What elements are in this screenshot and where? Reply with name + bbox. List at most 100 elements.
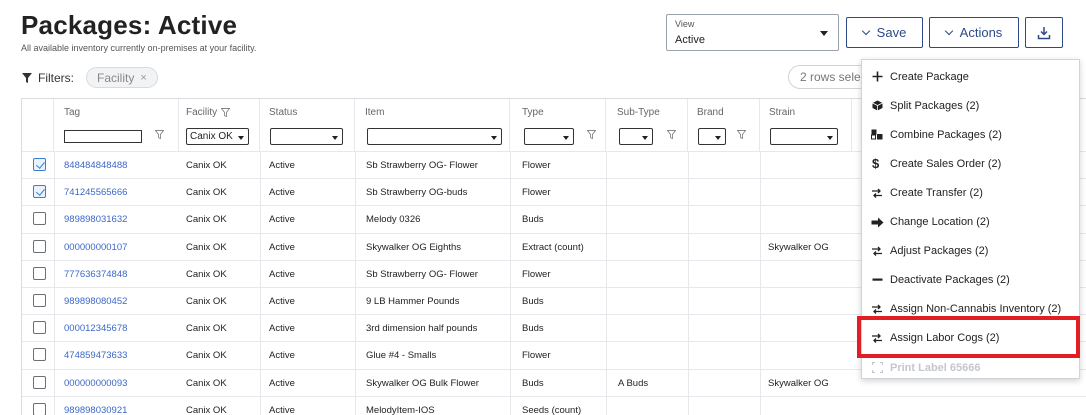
cell-item: Glue #4 - Smalls [366, 350, 437, 362]
filter-icon[interactable] [667, 130, 676, 139]
row-checkbox[interactable] [33, 321, 46, 335]
column-title-subtype: Sub-Type [617, 107, 660, 118]
select-column-header [22, 99, 54, 151]
row-checkbox[interactable] [33, 158, 46, 171]
menu-item-create-package[interactable]: Create Package [862, 62, 1081, 91]
cell-item: Melody 0326 [366, 214, 421, 226]
menu-item-split-packages-2[interactable]: Split Packages (2) [862, 91, 1081, 120]
menu-item-label: Create Package [890, 70, 969, 83]
actions-button-label: Actions [959, 25, 1003, 40]
row-checkbox[interactable] [33, 185, 46, 199]
cell-facility: Canix OK [186, 296, 227, 307]
cell-type: Buds [522, 323, 544, 335]
cell-type: Buds [522, 296, 544, 307]
column-header-strain[interactable]: Strain [760, 99, 852, 151]
filter-icon[interactable] [587, 130, 596, 139]
cell-tag[interactable]: 848484848488 [64, 152, 127, 179]
column-header-item[interactable]: Item [355, 99, 510, 151]
cell-type: Flower [522, 268, 551, 280]
cell-facility: Canix OK [186, 350, 227, 362]
column-title-facility: Facility [186, 107, 231, 118]
column-header-facility[interactable]: Facility Canix OK [179, 99, 260, 151]
cell-tag[interactable]: 000012345678 [64, 315, 127, 342]
caret-down-icon [642, 136, 648, 140]
cell-tag[interactable]: 777636374848 [64, 261, 127, 288]
column-header-subtype[interactable]: Sub-Type [606, 99, 688, 151]
filter-icon[interactable] [221, 108, 231, 117]
row-checkbox[interactable] [33, 402, 46, 415]
highlight-box [857, 316, 1080, 358]
filter-icon[interactable] [155, 130, 164, 139]
column-title-brand: Brand [697, 107, 724, 118]
facility-filter-select[interactable]: Canix OK [186, 128, 249, 145]
cell-tag[interactable]: 989898031632 [64, 206, 127, 233]
cell-tag[interactable]: 000000000107 [64, 234, 127, 261]
item-filter-select[interactable] [367, 128, 502, 145]
filter-icon[interactable] [737, 130, 746, 139]
column-title-status: Status [269, 107, 298, 118]
column-header-brand[interactable]: Brand [688, 99, 760, 151]
chevron-down-icon [861, 26, 870, 36]
row-checkbox[interactable] [33, 375, 46, 389]
menu-item-combine-packages-2[interactable]: Combine Packages (2) [862, 120, 1081, 149]
row-checkbox[interactable] [33, 348, 46, 362]
caret-down-icon [715, 136, 721, 140]
cell-status: Active [269, 404, 295, 415]
cell-type: Buds [522, 377, 544, 389]
chevron-down-icon [944, 26, 953, 36]
caret-down-icon [820, 31, 828, 36]
page-title: Packages: Active [21, 10, 238, 40]
cell-tag[interactable]: 474859473633 [64, 342, 127, 369]
view-select[interactable]: View Active [666, 14, 839, 51]
menu-item-create-transfer-2[interactable]: Create Transfer (2) [862, 178, 1081, 207]
save-button-label: Save [876, 25, 907, 40]
cubes-icon [870, 128, 884, 142]
column-header-type[interactable]: Type [510, 99, 606, 151]
subtype-filter-select[interactable] [619, 128, 653, 145]
row-checkbox[interactable] [33, 212, 46, 226]
table-row[interactable]: 989898030921 Canix OK Active MelodyItem-IOS… [22, 395, 1086, 415]
type-filter-select[interactable] [524, 128, 574, 145]
cell-type: Extract (count) [522, 241, 584, 253]
row-checkbox[interactable] [33, 239, 46, 253]
strain-filter-select[interactable] [770, 128, 838, 145]
column-header-status[interactable]: Status [260, 99, 355, 151]
menu-item-adjust-packages-2[interactable]: Adjust Packages (2) [862, 237, 1081, 266]
cell-item: Sb Strawberry OG- Flower [366, 268, 478, 280]
cell-tag[interactable]: 000000000093 [64, 370, 127, 397]
status-filter-select[interactable] [270, 128, 343, 145]
svg-text:$: $ [872, 157, 880, 170]
row-checkbox[interactable] [33, 294, 46, 307]
exchange-icon [870, 302, 884, 316]
page-subtitle: All available inventory currently on-pre… [21, 43, 257, 53]
menu-item-change-location-2[interactable]: Change Location (2) [862, 208, 1081, 237]
menu-item-label: Combine Packages (2) [890, 128, 1002, 141]
caret-down-icon [238, 136, 244, 140]
cell-item: MelodyItem-IOS [366, 404, 435, 415]
tag-filter-input[interactable] [64, 130, 142, 143]
row-checkbox[interactable] [33, 266, 46, 280]
brand-filter-select[interactable] [698, 128, 726, 145]
cell-facility: Canix OK [186, 404, 227, 415]
download-button[interactable] [1025, 17, 1063, 48]
menu-item-create-sales-order-2[interactable]: $ Create Sales Order (2) [862, 149, 1081, 178]
menu-item-label: Create Transfer (2) [890, 186, 983, 199]
plus-icon [870, 70, 884, 84]
dollar-icon: $ [870, 157, 884, 171]
caret-down-icon [827, 136, 833, 140]
cell-status: Active [269, 377, 295, 389]
close-icon[interactable]: × [140, 72, 146, 84]
column-title-strain: Strain [769, 107, 796, 118]
exchange-icon [870, 244, 884, 258]
actions-button[interactable]: Actions [929, 17, 1019, 48]
cell-item: Skywalker OG Bulk Flower [366, 377, 479, 389]
exchange-icon [870, 186, 884, 200]
cell-tag[interactable]: 989898080452 [64, 288, 127, 315]
menu-item-deactivate-packages-2[interactable]: Deactivate Packages (2) [862, 266, 1081, 295]
cell-tag[interactable]: 989898030921 [64, 397, 127, 415]
column-header-tag[interactable]: Tag [54, 99, 179, 151]
filter-chip-facility[interactable]: Facility × [86, 67, 158, 88]
save-button[interactable]: Save [846, 17, 923, 48]
cell-tag[interactable]: 741245565666 [64, 179, 127, 206]
cell-type: Buds [522, 214, 544, 226]
